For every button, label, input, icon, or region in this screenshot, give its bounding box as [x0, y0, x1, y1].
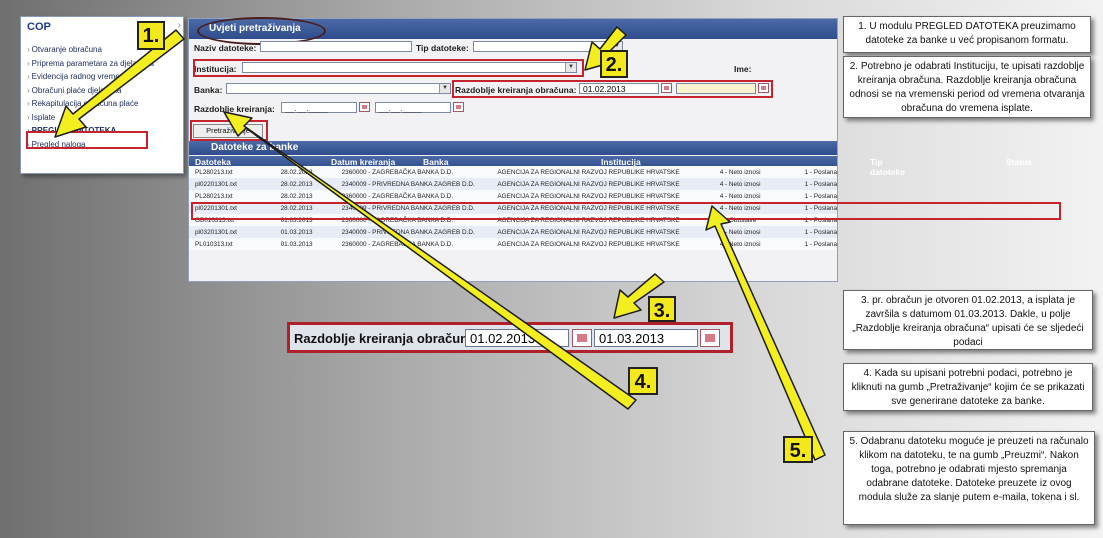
table-cell: AGENCIJA ZA REGIONALNI RAZVOJ REPUBLIKE …	[491, 190, 714, 202]
chevron-down-icon[interactable]: ▼	[439, 84, 450, 93]
table-cell: 1 - Poslana	[798, 238, 837, 250]
table-cell: 28.02.2013	[274, 178, 336, 190]
table-cell: 4 - Neto iznosi	[713, 166, 799, 178]
sidebar-item-obracuni[interactable]: › Obračuni plaće djelatnika	[21, 84, 183, 98]
table-row[interactable]: pl03201301.txt 01.03.2013 2340009 - PRIVRE…	[189, 226, 837, 238]
table-cell: 2360000 - ZAGREBAČKA BANKA D.D.	[335, 190, 492, 202]
table-cell: 01.03.2013	[274, 238, 336, 250]
tip-datoteke-label: Tip datoteke:	[416, 43, 469, 53]
table-cell: PL280213.txt	[189, 166, 275, 178]
module-title: COP	[27, 21, 51, 33]
table-cell: 1 - Poslana	[798, 226, 837, 238]
calendar-icon[interactable]	[700, 329, 720, 347]
table-row[interactable]: PL010313.txt 01.03.2013 2360000 - ZAGREBAČ…	[189, 238, 837, 250]
table-cell: pl02201301.txt	[189, 178, 275, 190]
table-cell: pl03201301.txt	[189, 226, 275, 238]
note-step-2: 2. Potrebno je odabrati Instituciju, te …	[843, 56, 1091, 118]
table-cell: 2340009 - PRIVREDNA BANKA ZAGREB D.D.	[335, 226, 492, 238]
highlight-active-menu	[26, 131, 148, 149]
step-5-badge: 5.	[783, 436, 813, 463]
table-cell: 2360000 - ZAGREBAČKA BANKA D.D.	[335, 238, 492, 250]
naziv-datoteke-label: Naziv datoteke:	[194, 43, 257, 53]
sidebar-item-isplate[interactable]: › Isplate	[21, 111, 183, 125]
step-4-badge: 4.	[628, 367, 658, 395]
note-step-4: 4. Kada su upisani potrebni podaci, potr…	[843, 363, 1093, 411]
table-cell: 2360000 - ZAGREBAČKA BANKA D.D.	[335, 166, 492, 178]
table-cell: 28.02.2013	[274, 190, 336, 202]
main-panel: Uvjeti pretraživanja Naziv datoteke: Tip…	[188, 17, 1061, 282]
table-cell: AGENCIJA ZA REGIONALNI RAZVOJ REPUBLIKE …	[491, 166, 714, 178]
chevron-right-icon: ›	[27, 112, 30, 122]
chevron-right-icon: ›	[27, 72, 30, 81]
highlight-selected-row	[191, 202, 1061, 220]
table-cell: 1 - Poslana	[798, 166, 837, 178]
table-cell: 4 - Neto iznosi	[713, 238, 799, 250]
table-cell: 4 - Neto iznosi	[713, 178, 799, 190]
table-cell: 4 - Neto iznosi	[713, 226, 799, 238]
razdoblje-kreiranja-from[interactable]: __.__.____	[281, 102, 357, 113]
table-cell: AGENCIJA ZA REGIONALNI RAZVOJ REPUBLIKE …	[491, 226, 714, 238]
table-row[interactable]: PL280213.txt 28.02.2013 2360000 - ZAGREBAČ…	[189, 166, 837, 178]
note-step-5: 5. Odabranu datoteku moguće je preuzeti …	[843, 431, 1095, 525]
chevron-right-icon: ›	[27, 99, 30, 108]
note-step-1: 1. U modulu PREGLED DATOTEKA preuzimamo …	[843, 16, 1091, 53]
column-header-tip[interactable]: Tip datoteke	[870, 157, 905, 177]
zoom-inset-razdoblje: Razdoblje kreiranja obračuna: 01.02.2013…	[287, 322, 733, 353]
razdoblje-kreiranja-to[interactable]: __.__.____	[375, 102, 451, 113]
table-cell: 4 - Neto iznosi	[713, 190, 799, 202]
sidebar-item-priprema[interactable]: › Priprema parametara za djelatnika	[21, 57, 183, 71]
zoom-date-to[interactable]: 01.03.2013	[594, 329, 698, 347]
step-2-badge: 2.	[600, 50, 628, 78]
note-step-3: 3. pr. obračun je otvoren 01.02.2013, a …	[843, 290, 1093, 350]
highlight-razdoblje	[452, 80, 773, 98]
table-cell: PL010313.txt	[189, 238, 275, 250]
table-cell: 1 - Poslana	[798, 190, 837, 202]
highlight-institucija	[193, 59, 584, 77]
sidebar-item-rekapitulacija[interactable]: › Rekapitulacija obračuna plaće	[21, 97, 183, 111]
zoom-label: Razdoblje kreiranja obračuna:	[294, 331, 480, 346]
column-header-status[interactable]: Status	[1006, 157, 1032, 167]
chevron-right-icon: ›	[27, 85, 30, 95]
highlight-search-button	[190, 120, 268, 141]
calendar-icon[interactable]	[453, 102, 464, 112]
results-section-header: Datoteke za banke	[189, 141, 837, 155]
banka-label: Banka:	[194, 85, 223, 95]
chevron-right-icon: ›	[27, 58, 30, 68]
step-3-badge: 3.	[648, 296, 676, 322]
chevron-right-icon: ›	[27, 45, 30, 54]
table-cell: 01.03.2013	[274, 226, 336, 238]
table-row[interactable]: PL280213.txt 28.02.2013 2360000 - ZAGREBAČ…	[189, 190, 837, 202]
table-cell: AGENCIJA ZA REGIONALNI RAZVOJ REPUBLIKE …	[491, 178, 714, 190]
sidebar-item-evidencija[interactable]: › Evidencija radnog vremena	[21, 70, 183, 84]
zoom-date-from[interactable]: 01.02.2013	[465, 329, 569, 347]
table-cell: 28.02.2013	[274, 166, 336, 178]
table-cell: 1 - Poslana	[798, 178, 837, 190]
calendar-icon[interactable]	[572, 329, 592, 347]
table-row[interactable]: pl02201301.txt 28.02.2013 2340009 - PRIVRE…	[189, 178, 837, 190]
step-1-badge: 1.	[137, 21, 165, 50]
naziv-datoteke-input[interactable]	[260, 41, 412, 52]
table-cell: 2340009 - PRIVREDNA BANKA ZAGREB D.D.	[335, 178, 492, 190]
banka-select[interactable]: ▼	[226, 83, 451, 94]
calendar-icon[interactable]	[359, 102, 370, 112]
collapse-icon[interactable]: ›	[178, 20, 181, 31]
table-cell: AGENCIJA ZA REGIONALNI RAZVOJ REPUBLIKE …	[491, 238, 714, 250]
razdoblje-kreiranja-label: Razdoblje kreiranja:	[194, 104, 275, 114]
ime-label: Ime:	[734, 64, 752, 74]
table-cell: PL280213.txt	[189, 190, 275, 202]
results-section-title: Datoteke za banke	[211, 142, 299, 153]
